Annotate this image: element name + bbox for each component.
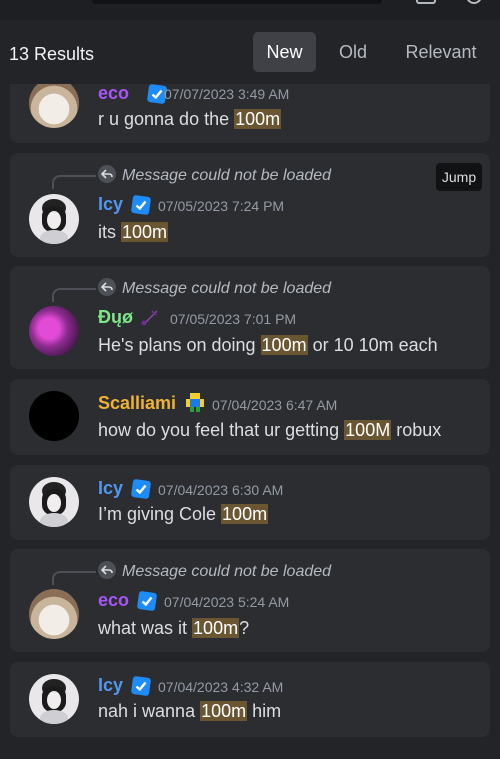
search-result-card[interactable]: Message could not be loaded Jump Icy 07/… <box>10 153 490 257</box>
search-bar[interactable] <box>92 0 382 4</box>
results-count: 13 Results <box>9 44 95 64</box>
search-highlight: 100m <box>260 335 308 355</box>
search-highlight: 100m <box>192 618 240 638</box>
avatar[interactable] <box>29 477 79 527</box>
message-text: what was it <box>98 618 193 638</box>
avatar[interactable] <box>29 306 79 356</box>
search-highlight: 100m <box>234 109 282 129</box>
message-content: how do you feel that ur getting 100M rob… <box>98 420 441 441</box>
username[interactable]: eco <box>98 84 129 104</box>
username[interactable]: Scalliami <box>98 393 176 414</box>
reply-spine <box>52 175 96 189</box>
inbox-icon[interactable] <box>416 0 436 4</box>
avatar[interactable] <box>29 84 79 128</box>
search-result-card[interactable]: Message could not be loaded Đųø 07/05/20… <box>10 266 490 369</box>
reply-icon <box>98 278 116 296</box>
tab-relevant[interactable]: Relevant <box>393 32 489 72</box>
roblox-icon <box>186 393 204 412</box>
reply-text: Message could not be loaded <box>122 563 332 580</box>
reply-text: Message could not be loaded <box>122 280 332 297</box>
reply-icon <box>98 165 116 183</box>
message-text: He's plans on doing <box>98 335 261 355</box>
verified-icon <box>137 591 157 611</box>
avatar[interactable] <box>29 391 79 441</box>
message-text: nah i wanna <box>98 701 201 721</box>
message-text: robux <box>391 420 442 440</box>
message-content: nah i wanna 100m him <box>98 701 281 722</box>
reply-preview[interactable]: Message could not be loaded <box>98 278 331 298</box>
search-highlight: 100m <box>221 504 269 524</box>
message-text: r u gonna do the <box>98 109 235 129</box>
reply-spine <box>52 288 96 302</box>
username[interactable]: Đųø <box>98 307 133 328</box>
search-result-card[interactable]: Scalliami 07/04/2023 6:47 AM how do you … <box>10 379 490 455</box>
reply-spine <box>52 571 96 585</box>
reply-text: Message could not be loaded <box>122 167 332 184</box>
search-highlight: 100m <box>200 701 248 721</box>
username[interactable]: Icy <box>98 194 123 215</box>
reply-icon <box>98 561 116 579</box>
role-icon <box>141 310 157 326</box>
timestamp: 07/04/2023 6:30 AM <box>158 482 284 498</box>
reply-preview[interactable]: Message could not be loaded <box>98 165 331 185</box>
tab-old[interactable]: Old <box>327 32 379 72</box>
timestamp: 07/05/2023 7:24 PM <box>158 198 285 214</box>
help-icon[interactable] <box>466 0 482 4</box>
reply-preview[interactable]: Message could not be loaded <box>98 561 331 581</box>
message-text: ? <box>239 618 250 638</box>
avatar-image <box>40 679 68 724</box>
message-text: I’m giving Cole <box>98 504 222 524</box>
message-text: how do you feel that ur getting <box>98 420 345 440</box>
timestamp: 07/07/2023 3:49 AM <box>164 86 290 102</box>
avatar[interactable] <box>29 194 79 244</box>
verified-icon <box>131 676 151 696</box>
message-text: or 10 10m each <box>307 335 438 355</box>
username[interactable]: Icy <box>98 478 123 499</box>
timestamp: 07/04/2023 5:24 AM <box>164 594 290 610</box>
search-highlight: 100m <box>121 222 169 242</box>
message-text: him <box>247 701 282 721</box>
avatar[interactable] <box>29 589 79 639</box>
timestamp: 07/05/2023 7:01 PM <box>170 311 297 327</box>
avatar-image <box>40 199 68 244</box>
username[interactable]: Icy <box>98 675 123 696</box>
search-result-card[interactable]: eco 07/07/2023 3:49 AM r u gonna do the … <box>10 84 490 143</box>
avatar-image <box>40 482 68 527</box>
verified-icon <box>131 479 151 499</box>
search-results-header: 13 Results New Old Relevant <box>0 20 500 84</box>
message-content: r u gonna do the 100m <box>98 109 282 130</box>
tab-new[interactable]: New <box>253 32 316 72</box>
username[interactable]: eco <box>98 590 129 611</box>
message-content: I’m giving Cole 100m <box>98 504 269 525</box>
search-result-card[interactable]: Icy 07/04/2023 4:32 AM nah i wanna 100m … <box>10 662 490 737</box>
top-toolbar <box>0 0 500 20</box>
message-content: what was it 100m? <box>98 618 249 639</box>
search-highlight: 100M <box>344 420 392 440</box>
search-result-card[interactable]: Icy 07/04/2023 6:30 AM I’m giving Cole 1… <box>10 465 490 540</box>
timestamp: 07/04/2023 4:32 AM <box>158 679 284 695</box>
message-content: He's plans on doing 100m or 10 10m each <box>98 335 438 356</box>
message-content: its 100m <box>98 222 169 243</box>
message-text: its <box>98 222 122 242</box>
verified-icon <box>131 195 151 215</box>
timestamp: 07/04/2023 6:47 AM <box>212 397 338 413</box>
search-result-card[interactable]: Message could not be loaded eco 07/04/20… <box>10 549 490 652</box>
avatar[interactable] <box>29 674 79 724</box>
jump-button[interactable]: Jump <box>436 163 482 191</box>
